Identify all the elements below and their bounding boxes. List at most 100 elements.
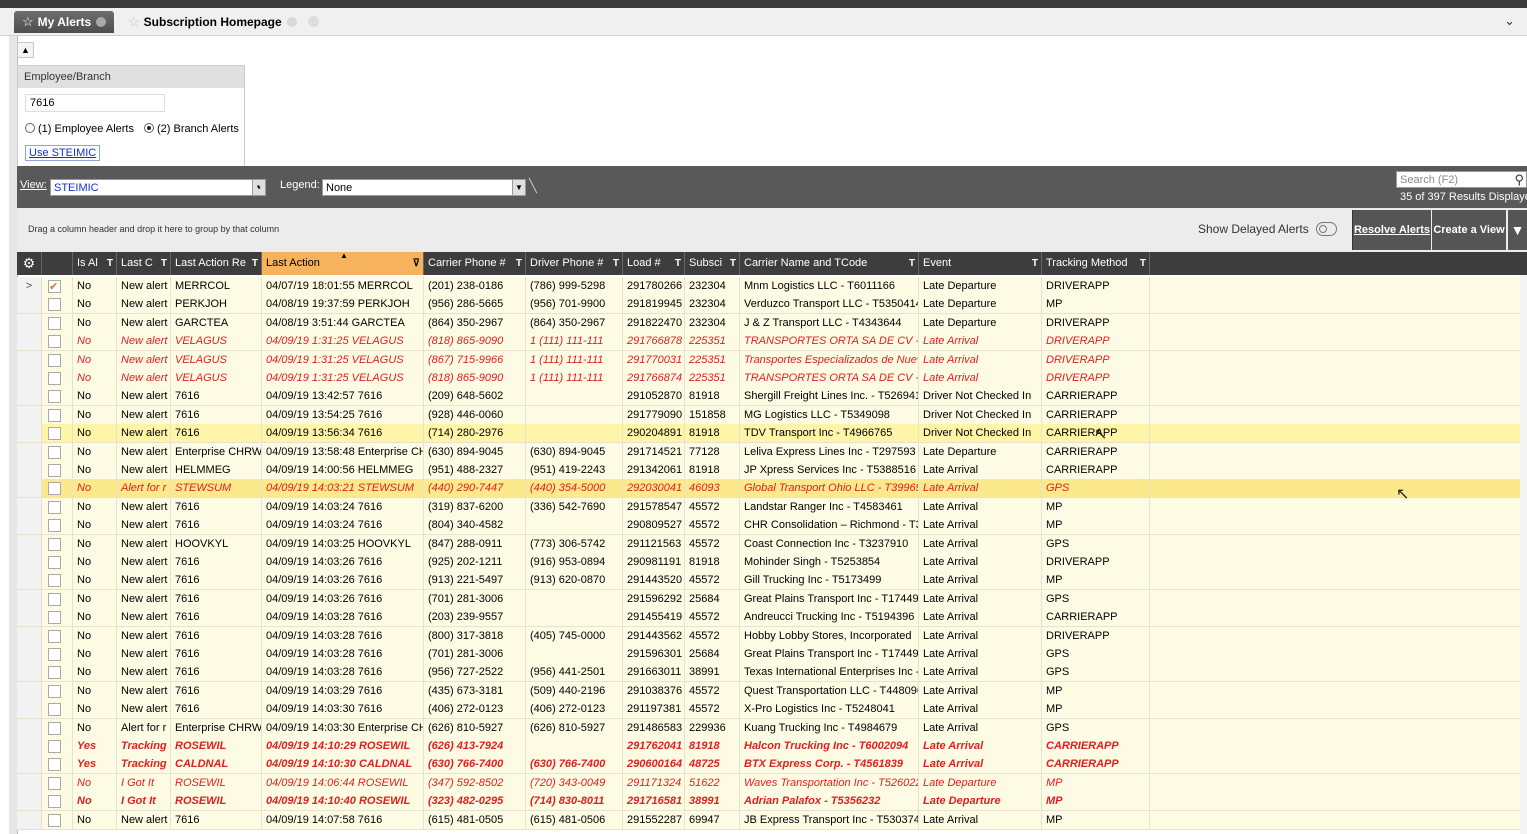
row-checkbox[interactable] (48, 740, 61, 753)
table-row[interactable]: No New alert HOOVKYL 04/09/19 14:03:25 HOOV… (17, 534, 1522, 554)
table-row[interactable]: No New alert 7616 04/09/19 14:03:26 7616 (92… (17, 553, 1522, 572)
column-filter-icon[interactable]: T (107, 252, 113, 275)
row-header[interactable] (17, 718, 42, 737)
column-header[interactable]: Subsci T (685, 252, 740, 275)
table-row[interactable]: No New alert VELAGUS 04/09/19 1:31:25 VELAG… (17, 350, 1522, 370)
row-checkbox[interactable] (48, 372, 61, 385)
row-checkbox[interactable] (48, 703, 61, 717)
row-checkbox[interactable] (48, 758, 61, 772)
row-checkbox[interactable] (48, 500, 61, 514)
row-checkbox[interactable] (48, 556, 61, 569)
table-row[interactable]: No New alert 7616 04/09/19 14:03:28 7616 (95… (17, 663, 1522, 683)
chevron-down-icon[interactable]: ⌄ (1504, 13, 1515, 29)
column-filter-icon[interactable]: T (613, 252, 619, 275)
table-row[interactable]: No New alert 7616 04/09/19 13:42:57 7616 (20… (17, 387, 1522, 407)
column-filter-icon[interactable]: T (730, 252, 736, 275)
column-filter-icon[interactable]: T (675, 252, 681, 275)
row-header[interactable] (17, 479, 42, 498)
row-checkbox[interactable] (48, 629, 61, 643)
tab-my-alerts[interactable]: ☆ My Alerts (14, 11, 115, 33)
table-row[interactable]: No New alert 7616 04/09/19 14:03:26 7616 (70… (17, 589, 1522, 609)
row-header[interactable] (17, 387, 42, 406)
grid-settings-icon[interactable]: ⚙ (17, 252, 42, 275)
row-header[interactable] (17, 534, 42, 553)
table-row[interactable]: No New alert 7616 04/09/19 14:03:24 7616 (80… (17, 516, 1522, 536)
row-header[interactable] (17, 442, 42, 461)
table-row[interactable]: No Alert for r Enterprise CHRW 04/09/19 14:… (17, 718, 1522, 738)
use-steimic-link[interactable]: Use STEIMIC (25, 145, 101, 161)
column-filter-icon[interactable]: T (1140, 252, 1146, 275)
row-header[interactable] (17, 589, 42, 608)
row-checkbox[interactable] (48, 776, 61, 790)
search-input[interactable]: Search (F2) ⚲ (1396, 171, 1527, 188)
tab-subscription-homepage[interactable]: ☆ Subscription Homepage (120, 11, 305, 33)
group-by-bar[interactable]: Drag a column header and drop it here to… (17, 208, 1527, 252)
branch-alerts-radio[interactable]: (2) Branch Alerts (143, 123, 239, 135)
dropdown-arrow-icon[interactable]: ▼ (512, 180, 525, 195)
table-row[interactable]: No New alert 7616 04/09/19 14:07:58 7616 (61… (17, 810, 1522, 830)
edit-pen-icon[interactable]: ╲ (529, 178, 537, 194)
legend-select[interactable]: None ▼ (322, 179, 526, 196)
table-row[interactable]: No New alert 7616 04/09/19 14:03:26 7616 (91… (17, 571, 1522, 591)
row-header[interactable] (17, 369, 42, 387)
column-header[interactable]: Carrier Name and TCode T (740, 252, 919, 275)
search-icon[interactable]: ⚲ (1514, 171, 1524, 188)
row-checkbox[interactable] (48, 278, 61, 295)
row-checkbox[interactable] (48, 666, 61, 680)
view-select[interactable]: STEIMIC ▼ (50, 179, 266, 196)
table-row[interactable]: No New alert VELAGUS 04/09/19 1:31:25 VELAG… (17, 369, 1522, 388)
column-filter-icon[interactable]: T (909, 252, 915, 275)
table-row[interactable]: No New alert 7616 04/09/19 13:56:34 7616 (71… (17, 424, 1522, 444)
row-header[interactable] (17, 792, 42, 811)
table-row[interactable]: No New alert 7616 04/09/19 14:03:28 7616 (70… (17, 645, 1522, 664)
row-checkbox[interactable] (48, 482, 61, 496)
row-expand-icon[interactable]: > (17, 277, 42, 295)
close-icon[interactable] (96, 17, 107, 27)
column-header[interactable]: Carrier Phone # T (424, 252, 526, 275)
table-row[interactable]: No New alert 7616 04/09/19 14:03:28 7616 (80… (17, 626, 1522, 646)
row-checkbox[interactable] (48, 684, 61, 698)
table-row[interactable]: Yes Tracking ROSEWIL 04/09/19 14:10:29 ROSE… (17, 737, 1522, 756)
star-icon[interactable]: ☆ (128, 14, 140, 30)
table-row[interactable]: No New alert 7616 04/09/19 14:03:24 7616 (31… (17, 497, 1522, 517)
row-checkbox[interactable] (48, 721, 61, 735)
table-row[interactable]: No New alert GARCTEA 04/08/19 3:51:44 GARCT… (17, 313, 1522, 333)
row-header[interactable] (17, 755, 42, 774)
row-checkbox[interactable] (48, 648, 61, 661)
row-checkbox[interactable] (48, 537, 61, 551)
row-checkbox[interactable] (48, 390, 61, 404)
resolve-alerts-button[interactable]: Resolve Alerts (1352, 210, 1431, 250)
add-tab-icon[interactable] (308, 16, 319, 27)
select-all-header[interactable] (42, 252, 73, 275)
row-header[interactable] (17, 350, 42, 369)
row-header[interactable] (17, 663, 42, 682)
row-checkbox[interactable] (48, 408, 61, 422)
table-row[interactable]: No New alert PERKJOH 04/08/19 19:37:59 PERK… (17, 295, 1522, 315)
row-checkbox[interactable] (48, 353, 61, 367)
table-row[interactable]: No New alert 7616 04/09/19 14:03:29 7616 (43… (17, 681, 1522, 701)
close-icon[interactable] (286, 17, 297, 27)
column-filter-icon[interactable]: T (161, 252, 167, 275)
create-view-button[interactable]: Create a View (1432, 210, 1506, 250)
table-row[interactable]: No New alert 7616 04/09/19 14:03:28 7616 (20… (17, 608, 1522, 628)
row-header[interactable] (17, 773, 42, 792)
column-header[interactable]: Driver Phone # T (526, 252, 623, 275)
column-header[interactable]: Is Al T (73, 252, 117, 275)
table-row[interactable]: No New alert Enterprise CHRW 04/09/19 13:58… (17, 442, 1522, 462)
table-row[interactable]: > NoNew alertMERRCOL04/07/19 18:01:55 MER… (17, 277, 1522, 296)
row-header[interactable] (17, 645, 42, 663)
row-checkbox[interactable] (48, 611, 61, 625)
row-header[interactable] (17, 497, 42, 516)
star-icon[interactable]: ☆ (22, 14, 34, 30)
table-row[interactable]: No New alert 7616 04/09/19 13:54:25 7616 (92… (17, 405, 1522, 425)
row-header[interactable] (17, 405, 42, 424)
row-header[interactable] (17, 681, 42, 700)
table-row[interactable]: No New alert HELMMEG 04/09/19 14:00:56 HELM… (17, 461, 1522, 480)
column-header[interactable]: Last Action ▲ ⊽ (262, 252, 424, 275)
row-checkbox[interactable] (48, 519, 61, 533)
delayed-alerts-toggle[interactable] (1316, 222, 1337, 236)
row-checkbox[interactable] (48, 592, 61, 606)
row-checkbox[interactable] (48, 316, 61, 330)
column-filter-icon[interactable]: T (252, 252, 258, 275)
employee-alerts-radio[interactable]: (1) Employee Alerts (25, 123, 134, 135)
